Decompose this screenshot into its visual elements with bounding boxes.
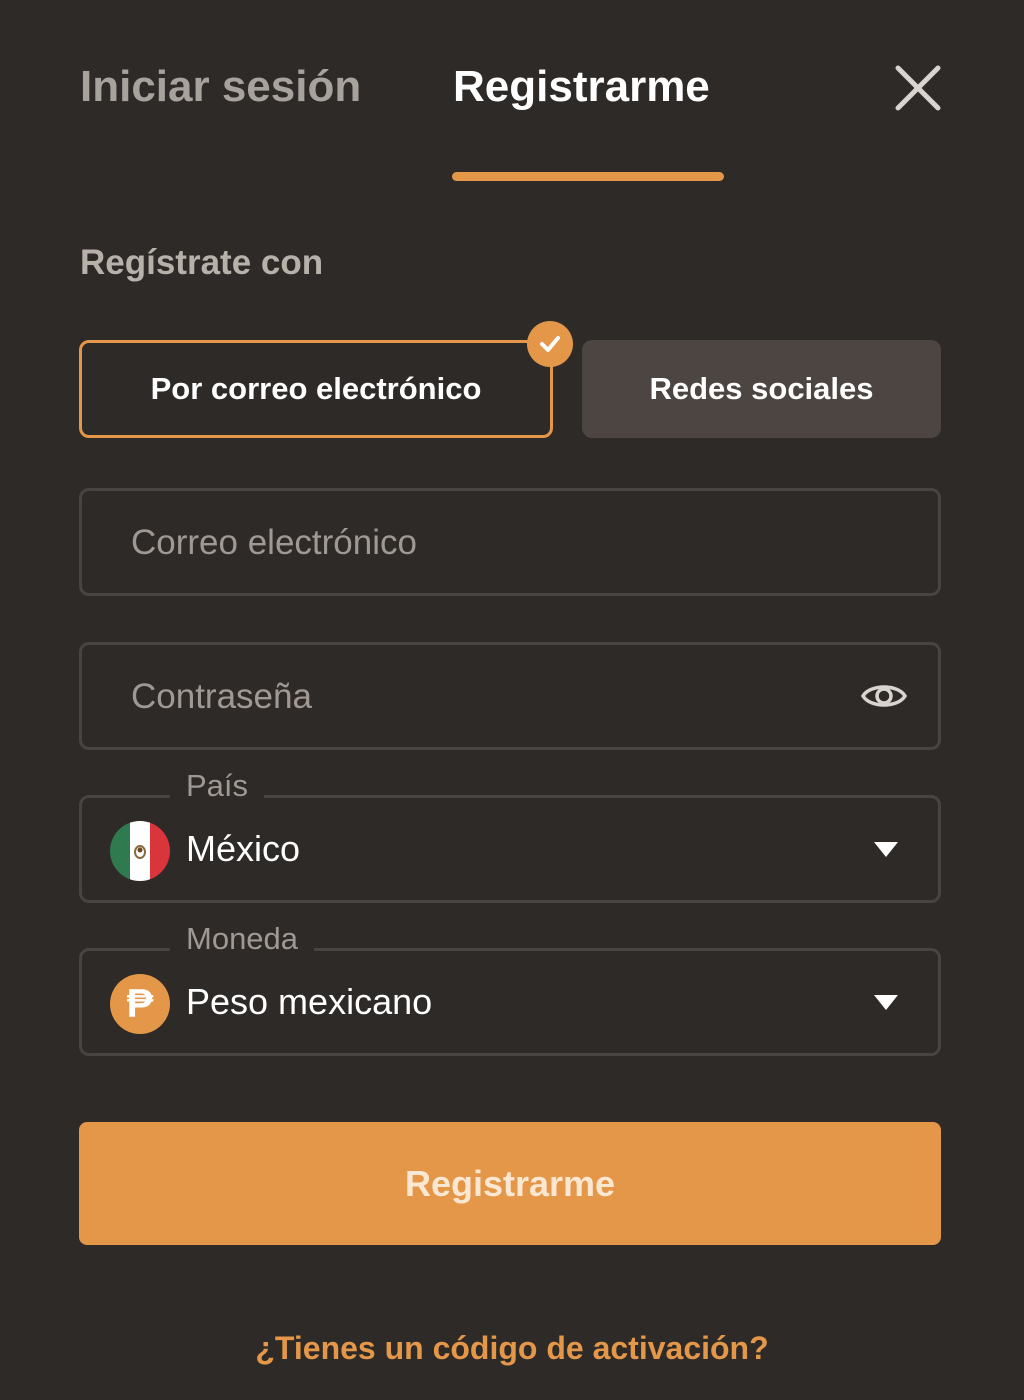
email-field [79, 488, 941, 596]
signup-method-heading: Regístrate con [80, 243, 324, 282]
mexico-flag-icon [110, 821, 170, 881]
active-tab-indicator [452, 172, 724, 181]
caret-down-icon [874, 995, 898, 1010]
toggle-password-visibility-button[interactable] [860, 679, 908, 713]
tab-login[interactable]: Iniciar sesión [80, 62, 361, 112]
close-button[interactable] [890, 60, 946, 116]
caret-down-icon [874, 842, 898, 857]
selected-badge [527, 321, 573, 367]
currency-select[interactable]: Moneda ₱ Peso mexicano [79, 921, 941, 1056]
check-icon [540, 336, 560, 352]
tab-register[interactable]: Registrarme [453, 62, 710, 112]
social-signup-option[interactable]: Redes sociales [582, 340, 941, 438]
email-input[interactable] [129, 491, 833, 595]
activation-code-link[interactable]: ¿Tienes un código de activación? [0, 1330, 1024, 1367]
password-input[interactable] [129, 645, 833, 749]
social-signup-option-label: Redes sociales [649, 371, 874, 406]
email-signup-option[interactable]: Por correo electrónico [79, 340, 553, 438]
register-submit-button[interactable]: Registrarme [79, 1122, 941, 1245]
currency-value: Peso mexicano [186, 981, 433, 1022]
email-signup-option-label: Por correo electrónico [150, 371, 482, 406]
country-select[interactable]: País México [79, 768, 941, 903]
close-icon [895, 65, 941, 111]
password-field [79, 642, 941, 750]
currency-symbol: ₱ [126, 981, 154, 1026]
country-value: México [186, 828, 301, 869]
peso-coin-icon: ₱ [110, 974, 170, 1034]
eye-icon [860, 685, 908, 707]
